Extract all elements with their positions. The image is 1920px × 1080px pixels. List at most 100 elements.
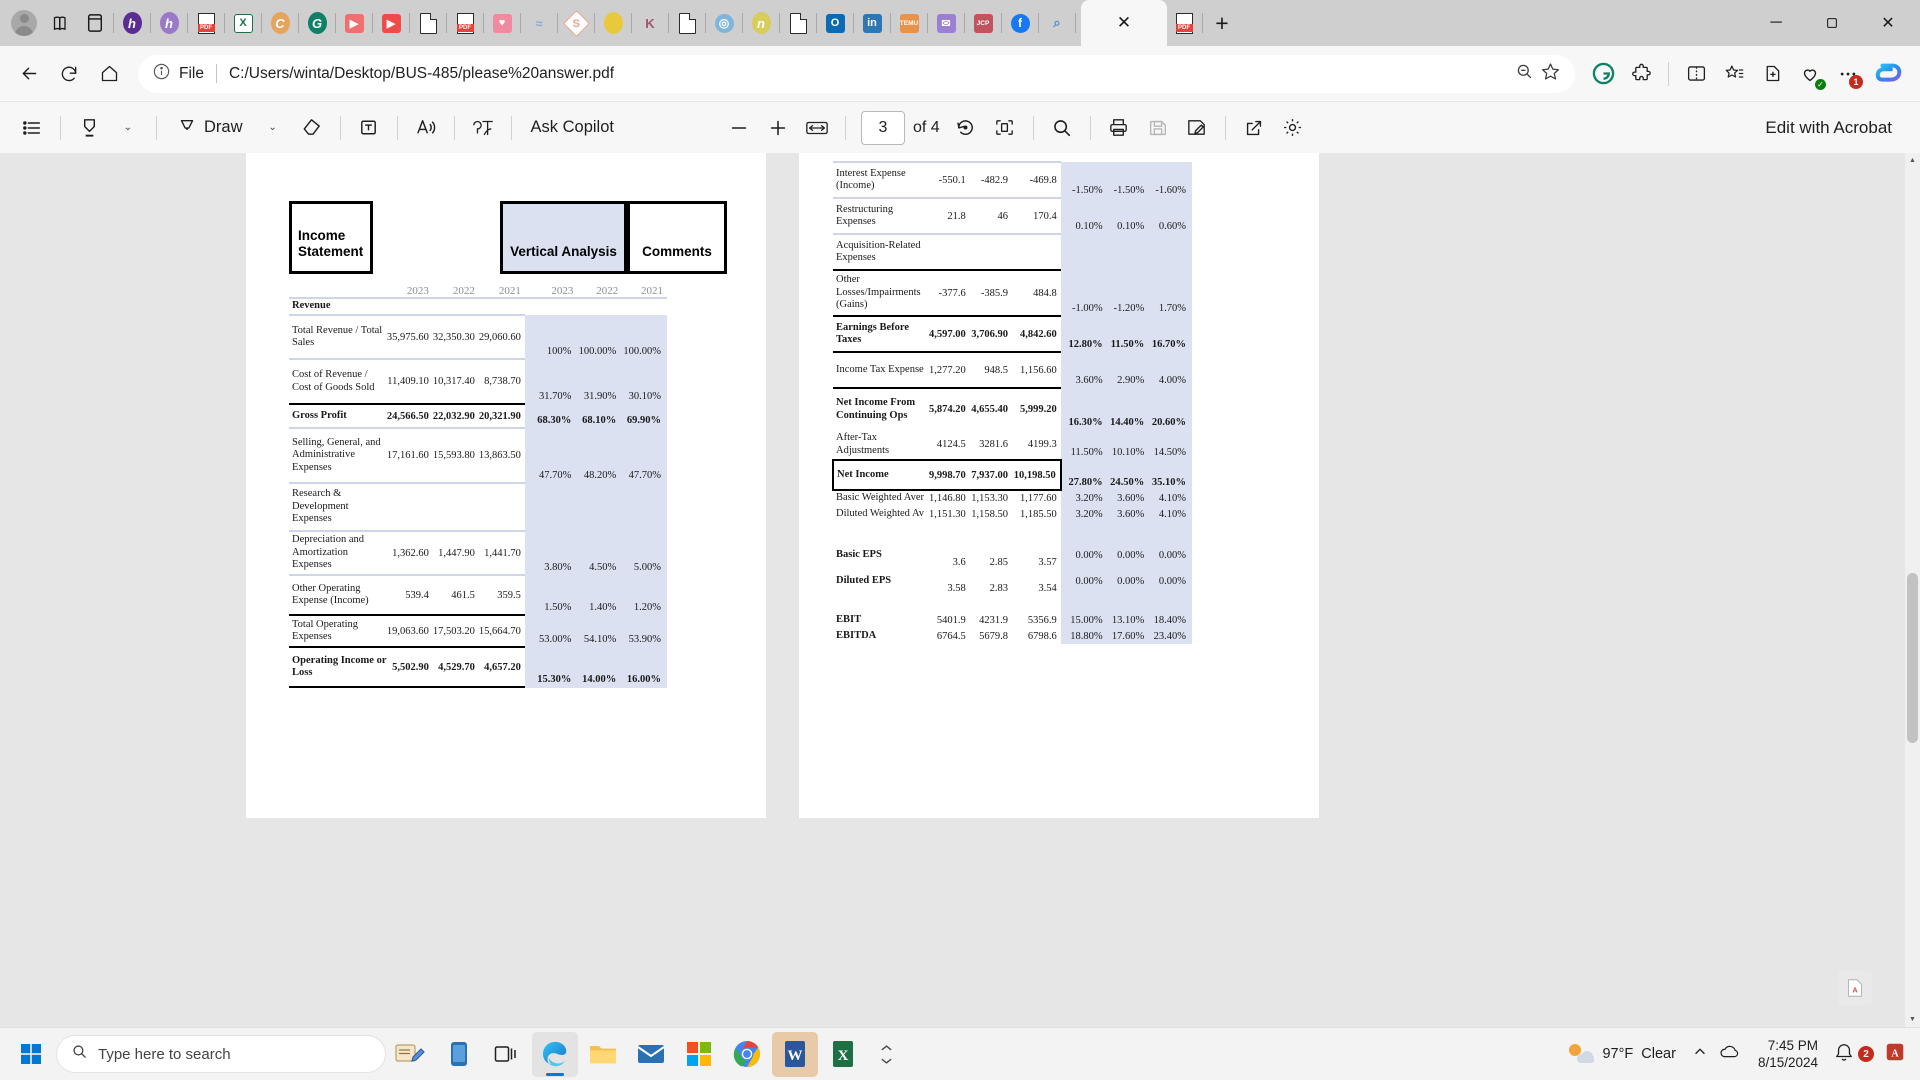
pdf-file-icon[interactable]	[1167, 4, 1201, 42]
favorite-tab-target-blue[interactable]: ◎	[707, 4, 741, 42]
settings-gear-icon[interactable]	[1275, 110, 1311, 146]
highlight-dropdown-chevron[interactable]: ⌄	[110, 110, 146, 146]
copilot-icon[interactable]	[1868, 54, 1910, 94]
back-arrow-icon[interactable]	[10, 55, 48, 93]
windows-start-icon[interactable]	[8, 1032, 54, 1077]
favorite-tab-bee-yellow[interactable]	[596, 4, 630, 42]
ask-copilot-button[interactable]: Ask Copilot	[522, 110, 623, 146]
extensions-puzzle-icon[interactable]	[1623, 56, 1659, 92]
favorite-tab-grammarly-green[interactable]: G	[300, 4, 334, 42]
excel-icon[interactable]: X	[820, 1032, 866, 1077]
browser-essentials-icon[interactable]: ✓	[1792, 56, 1828, 92]
highlight-icon[interactable]	[71, 110, 107, 146]
mail-icon[interactable]	[628, 1032, 674, 1077]
split-screen-icon[interactable]	[1678, 56, 1714, 92]
show-hidden-icons-chevron[interactable]	[1692, 1044, 1708, 1065]
chrome-icon[interactable]	[724, 1032, 770, 1077]
favorite-tab-mail-purple[interactable]: ✉	[929, 4, 963, 42]
restore-button[interactable]	[1804, 0, 1860, 46]
share-icon[interactable]	[1236, 110, 1272, 146]
favorite-tab-k-letter[interactable]: K	[633, 4, 667, 42]
scrollbar-thumb[interactable]	[1907, 573, 1918, 743]
microsoft-store-icon[interactable]	[676, 1032, 722, 1077]
favorite-tab-doc-3[interactable]	[781, 4, 815, 42]
notifications-button[interactable]: 2	[1834, 1042, 1874, 1067]
close-window-button[interactable]: ✕	[1860, 0, 1916, 46]
favorite-tab-n-yellow[interactable]: n	[744, 4, 778, 42]
weather-widget[interactable]: 97°F Clear	[1558, 1039, 1681, 1070]
draw-button[interactable]: Draw	[167, 110, 252, 146]
favorite-tab-pdf-2[interactable]	[448, 4, 482, 42]
favorite-tab-excel[interactable]: X	[226, 4, 260, 42]
scroll-down-arrow[interactable]: ▼	[1905, 1012, 1920, 1027]
save-as-icon[interactable]	[1179, 110, 1215, 146]
active-tab[interactable]: ✕	[1081, 0, 1167, 46]
favorite-tab-doc-1[interactable]	[411, 4, 445, 42]
collections-star-icon[interactable]	[1716, 56, 1752, 92]
url-bar[interactable]: File C:/Users/winta/Desktop/BUS-485/plea…	[138, 54, 1575, 93]
task-view-icon[interactable]	[484, 1032, 530, 1077]
eraser-icon[interactable]	[294, 110, 330, 146]
taskbar-overflow-arrows[interactable]	[874, 1043, 898, 1066]
favorite-tab-pattern-blue[interactable]: ≈	[522, 4, 556, 42]
favorite-tab-search-blue[interactable]: ⌕	[1040, 4, 1074, 42]
draw-dropdown-chevron[interactable]: ⌄	[255, 110, 291, 146]
table-of-contents-icon[interactable]	[14, 110, 50, 146]
minimize-button[interactable]: ─	[1748, 0, 1804, 46]
search-icon[interactable]	[1044, 110, 1080, 146]
phone-link-icon[interactable]	[436, 1032, 482, 1077]
search-input[interactable]: Type here to search	[98, 1046, 231, 1063]
favorite-tab-s-diamond[interactable]: S	[559, 4, 593, 42]
zoom-out-icon[interactable]	[1515, 62, 1534, 86]
reload-icon[interactable]	[50, 55, 88, 93]
close-icon[interactable]: ✕	[1117, 13, 1131, 33]
acrobat-overlay-icon[interactable]: A	[1838, 971, 1872, 1005]
page-number-input[interactable]: 3	[860, 110, 905, 145]
pdf-page-right[interactable]: Interest Expense (Income) -550.1 -482.9 -46…	[799, 153, 1319, 818]
favorite-tab-jcp[interactable]: JCP	[966, 4, 1000, 42]
fit-to-width-icon[interactable]	[799, 110, 835, 146]
page-view-layout-icon[interactable]	[987, 110, 1023, 146]
search-input[interactable]: C:/Users/winta/Desktop/BUS-485/please%20…	[229, 65, 1507, 83]
edit-with-acrobat-button[interactable]: Edit with Acrobat	[1751, 110, 1906, 146]
file-explorer-icon[interactable]	[580, 1032, 626, 1077]
star-favorite-icon[interactable]	[1540, 61, 1561, 87]
settings-and-more-icon[interactable]: 1	[1830, 56, 1866, 92]
vertical-scrollbar[interactable]: ▲ ▼	[1905, 153, 1920, 1027]
new-tab-button[interactable]: +	[1204, 4, 1240, 42]
translate-icon[interactable]	[465, 110, 501, 146]
print-icon[interactable]	[1101, 110, 1137, 146]
favorite-tab-youtube-1[interactable]: ▶	[337, 4, 371, 42]
favorite-tab-c-orange[interactable]: C	[263, 4, 297, 42]
tab-actions-icon[interactable]	[78, 4, 112, 42]
favorite-tab-linkedin[interactable]: in	[855, 4, 889, 42]
collections-icon[interactable]	[44, 4, 78, 42]
taskbar-search-box[interactable]: Type here to search	[56, 1035, 386, 1073]
favorite-tab-facebook[interactable]: f	[1003, 4, 1037, 42]
favorite-tab-outlook-old[interactable]: O	[818, 4, 852, 42]
favorite-tab-doc-2[interactable]	[670, 4, 704, 42]
acrobat-tray-icon[interactable]: A	[1884, 1041, 1906, 1068]
zoom-in-button[interactable]	[760, 110, 796, 146]
onedrive-icon[interactable]	[1718, 1043, 1742, 1066]
taskbar-clock[interactable]: 7:45 PM 8/15/2024	[1752, 1037, 1824, 1071]
favorite-tab-folder-pink[interactable]: ♥	[485, 4, 519, 42]
save-icon[interactable]	[1140, 110, 1176, 146]
add-to-favorites-icon[interactable]	[1754, 56, 1790, 92]
scroll-up-arrow[interactable]: ▲	[1905, 153, 1920, 168]
add-text-icon[interactable]	[351, 110, 387, 146]
grammarly-extension-icon[interactable]	[1585, 56, 1621, 92]
zoom-out-button[interactable]	[721, 110, 757, 146]
read-aloud-icon[interactable]	[408, 110, 444, 146]
favorite-tab-pdf-1[interactable]	[189, 4, 223, 42]
rotate-icon[interactable]	[948, 110, 984, 146]
home-icon[interactable]	[90, 55, 128, 93]
widgets-icon[interactable]	[388, 1032, 434, 1077]
favorite-tab-temu[interactable]: TEMU	[892, 4, 926, 42]
edge-icon[interactable]	[532, 1031, 578, 1077]
info-circle-icon[interactable]	[152, 62, 171, 86]
word-icon[interactable]: W	[772, 1031, 818, 1077]
favorite-tab-h-lilac[interactable]: h	[152, 4, 186, 42]
favorite-tab-youtube-2[interactable]: ▶	[374, 4, 408, 42]
profile-avatar-icon[interactable]	[4, 3, 44, 43]
